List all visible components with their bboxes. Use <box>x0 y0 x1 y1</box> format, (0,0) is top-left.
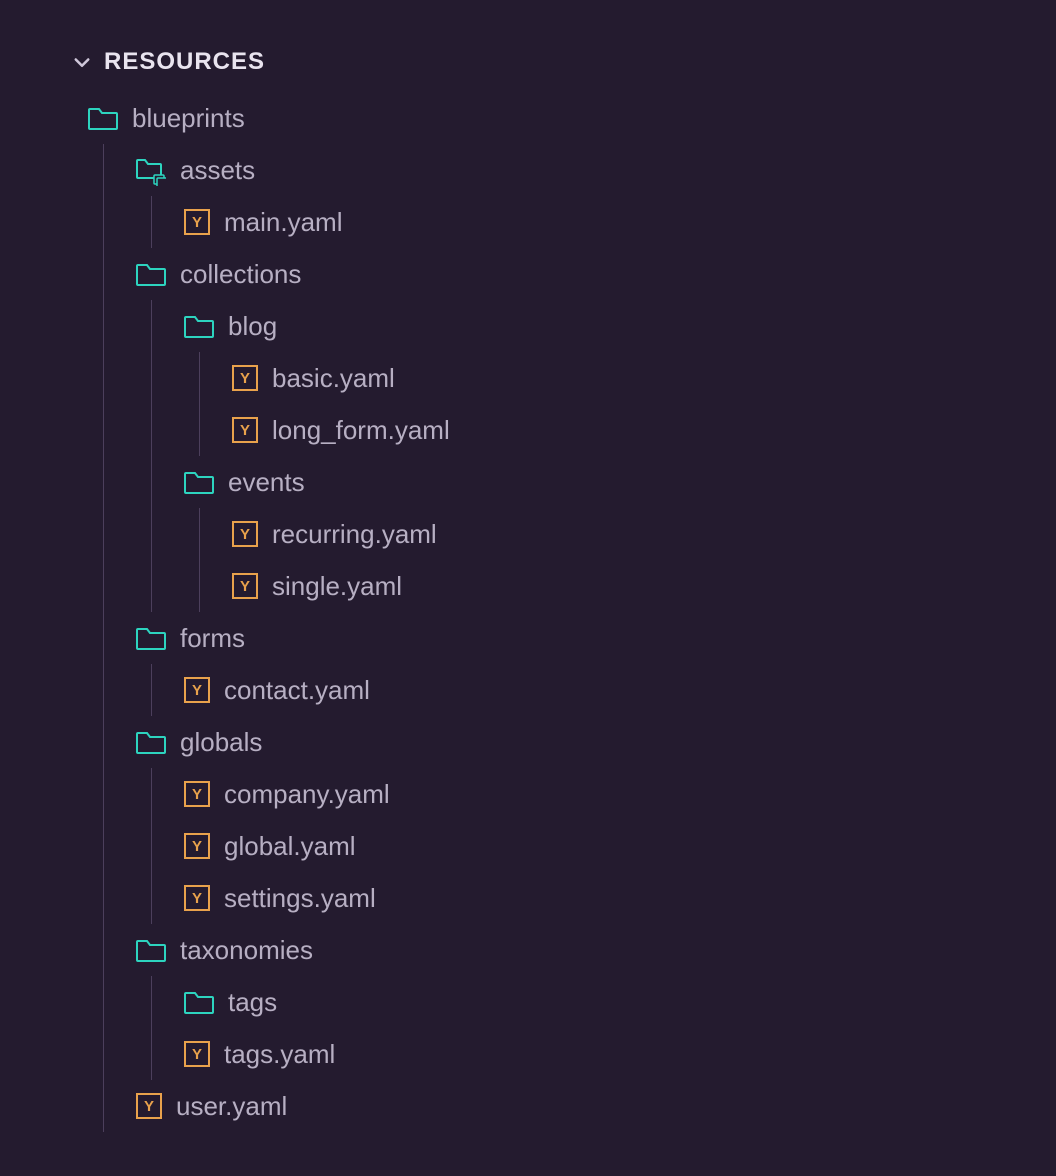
file-label: contact.yaml <box>224 675 370 706</box>
file-label: settings.yaml <box>224 883 376 914</box>
folder-multi-icon <box>136 158 166 182</box>
folder-collections[interactable]: collections <box>72 248 1056 300</box>
folder-label: globals <box>180 727 262 758</box>
file-label: user.yaml <box>176 1091 287 1122</box>
file-recurring-yaml[interactable]: Y recurring.yaml <box>72 508 1056 560</box>
file-label: company.yaml <box>224 779 390 810</box>
folder-taxonomies[interactable]: taxonomies <box>72 924 1056 976</box>
yaml-file-icon: Y <box>184 781 210 807</box>
yaml-file-icon: Y <box>232 521 258 547</box>
folder-assets[interactable]: assets <box>72 144 1056 196</box>
file-tree: blueprints assets Y main.yaml collection… <box>72 92 1056 1132</box>
yaml-file-icon: Y <box>184 209 210 235</box>
file-global-yaml[interactable]: Y global.yaml <box>72 820 1056 872</box>
yaml-file-icon: Y <box>184 1041 210 1067</box>
file-label: tags.yaml <box>224 1039 335 1070</box>
folder-blueprints[interactable]: blueprints <box>72 92 1056 144</box>
yaml-file-icon: Y <box>136 1093 162 1119</box>
file-label: basic.yaml <box>272 363 395 394</box>
folder-label: taxonomies <box>180 935 313 966</box>
file-tags-yaml[interactable]: Y tags.yaml <box>72 1028 1056 1080</box>
folder-label: tags <box>228 987 277 1018</box>
file-settings-yaml[interactable]: Y settings.yaml <box>72 872 1056 924</box>
folder-label: forms <box>180 623 245 654</box>
file-label: long_form.yaml <box>272 415 450 446</box>
file-label: main.yaml <box>224 207 342 238</box>
folder-tags[interactable]: tags <box>72 976 1056 1028</box>
folder-icon <box>184 990 214 1014</box>
folder-globals[interactable]: globals <box>72 716 1056 768</box>
file-user-yaml[interactable]: Y user.yaml <box>72 1080 1056 1132</box>
folder-open-icon <box>184 314 214 338</box>
yaml-file-icon: Y <box>232 417 258 443</box>
section-header[interactable]: RESOURCES <box>72 48 1056 76</box>
folder-label: blueprints <box>132 103 245 134</box>
file-label: single.yaml <box>272 571 402 602</box>
yaml-file-icon: Y <box>184 677 210 703</box>
folder-label: collections <box>180 259 301 290</box>
file-single-yaml[interactable]: Y single.yaml <box>72 560 1056 612</box>
yaml-file-icon: Y <box>232 365 258 391</box>
folder-forms[interactable]: forms <box>72 612 1056 664</box>
folder-open-icon <box>136 938 166 962</box>
yaml-file-icon: Y <box>184 833 210 859</box>
folder-open-icon <box>136 262 166 286</box>
folder-label: events <box>228 467 305 498</box>
file-contact-yaml[interactable]: Y contact.yaml <box>72 664 1056 716</box>
file-label: recurring.yaml <box>272 519 437 550</box>
folder-label: blog <box>228 311 277 342</box>
folder-label: assets <box>180 155 255 186</box>
file-long-form-yaml[interactable]: Y long_form.yaml <box>72 404 1056 456</box>
folder-blog[interactable]: blog <box>72 300 1056 352</box>
folder-open-icon <box>136 730 166 754</box>
folder-open-icon <box>184 470 214 494</box>
folder-events[interactable]: events <box>72 456 1056 508</box>
yaml-file-icon: Y <box>184 885 210 911</box>
folder-open-icon <box>136 626 166 650</box>
file-main-yaml[interactable]: Y main.yaml <box>72 196 1056 248</box>
file-label: global.yaml <box>224 831 356 862</box>
file-basic-yaml[interactable]: Y basic.yaml <box>72 352 1056 404</box>
yaml-file-icon: Y <box>232 573 258 599</box>
chevron-down-icon <box>72 52 92 72</box>
section-title: RESOURCES <box>104 48 265 76</box>
folder-open-icon <box>88 106 118 130</box>
file-company-yaml[interactable]: Y company.yaml <box>72 768 1056 820</box>
